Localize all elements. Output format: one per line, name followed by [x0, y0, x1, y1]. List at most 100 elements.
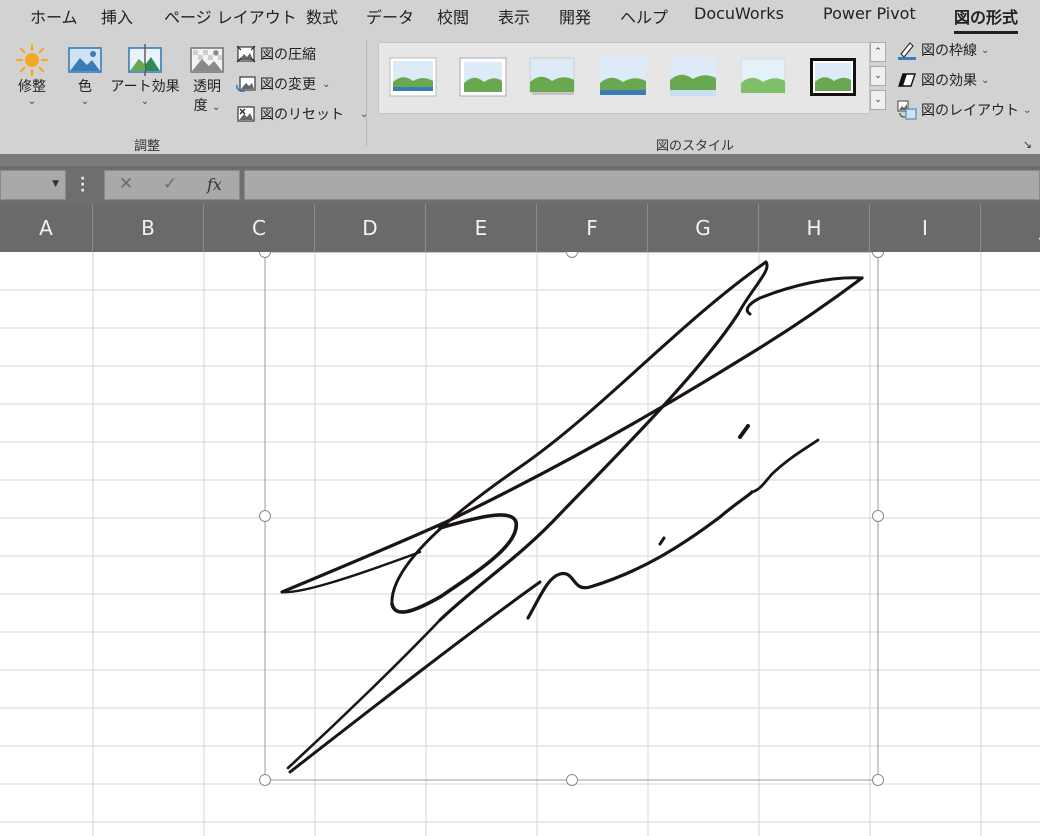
- tab-data[interactable]: データ: [366, 4, 414, 28]
- column-header-c[interactable]: C: [204, 204, 315, 252]
- tab-insert[interactable]: 挿入: [101, 4, 133, 28]
- picture-style-thumbnail-icon: [740, 58, 786, 94]
- compress-pictures-label: 図の圧縮: [260, 47, 316, 63]
- picture-style-thumbnail-icon: [529, 57, 575, 95]
- ribbon: 修整 ⌄ 色 ⌄ アート効果 ⌄ 透明 度 ⌄ 図の圧縮 図の変更 ⌄ 図のリセ…: [0, 34, 1040, 154]
- resize-handle-right[interactable]: [872, 510, 884, 522]
- tab-picture-format[interactable]: 図の形式: [954, 4, 1019, 34]
- tab-home[interactable]: ホーム: [30, 4, 78, 28]
- change-picture-button[interactable]: 図の変更 ⌄: [236, 74, 330, 94]
- tab-developer[interactable]: 開発: [559, 4, 591, 28]
- column-header-d[interactable]: D: [315, 204, 426, 252]
- reset-picture-button[interactable]: 図のリセット ⌄: [236, 104, 368, 124]
- reset-picture-icon: [237, 106, 255, 122]
- chevron-down-icon: ⌄: [981, 74, 990, 86]
- gallery-scroll-up[interactable]: ⌃: [870, 42, 886, 62]
- adjust-group-label: 調整: [134, 139, 161, 154]
- ribbon-tab-bar: ホーム 挿入 ページ レイアウト 数式 データ 校閲 表示 開発 ヘルプ Doc…: [0, 0, 1040, 34]
- change-picture-label: 図の変更: [260, 77, 316, 93]
- tab-review[interactable]: 校閲: [437, 4, 469, 28]
- compress-pictures-icon: [236, 45, 256, 63]
- column-header-g[interactable]: G: [648, 204, 759, 252]
- column-header-j[interactable]: J: [981, 204, 1040, 252]
- column-header-b[interactable]: B: [93, 204, 204, 252]
- chevron-up-icon: ⌃: [874, 47, 882, 57]
- picture-style-thumbnail-icon: [600, 58, 646, 95]
- artistic-effects-label: アート効果: [110, 79, 180, 95]
- picture-styles-group-label: 図のスタイル: [656, 139, 735, 154]
- column-header-f[interactable]: F: [537, 204, 648, 252]
- tab-power-pivot[interactable]: Power Pivot: [823, 4, 916, 23]
- formula-input[interactable]: [244, 170, 1040, 200]
- formula-bar: ▼ · · · ✕ ✓ fx: [0, 166, 1040, 204]
- pen-border-icon: [898, 42, 916, 60]
- chevron-down-icon: ⌄: [212, 102, 221, 113]
- picture-effects-button[interactable]: 図の効果 ⌄: [897, 70, 989, 90]
- picture-border-button[interactable]: 図の枠線 ⌄: [897, 40, 989, 60]
- chevron-down-icon: ⌄: [1023, 104, 1032, 116]
- compress-pictures-button[interactable]: 図の圧縮: [236, 44, 316, 64]
- cancel-icon[interactable]: ✕: [119, 174, 133, 194]
- insert-function-icon[interactable]: fx: [207, 175, 222, 194]
- effects-icon: [898, 73, 916, 87]
- tab-help[interactable]: ヘルプ: [620, 4, 668, 28]
- chevron-down-icon: ⌄: [80, 96, 90, 107]
- artistic-effects-button[interactable]: アート効果 ⌄: [110, 42, 180, 107]
- resize-handle-bottom[interactable]: [566, 774, 578, 786]
- gallery-more[interactable]: ⌄: [870, 90, 886, 110]
- picture-style-1[interactable]: [389, 57, 437, 97]
- tab-view[interactable]: 表示: [498, 4, 530, 28]
- chevron-down-icon: ⌄: [360, 108, 369, 120]
- name-box[interactable]: ▼: [0, 170, 66, 200]
- chevron-down-icon: ⌄: [322, 78, 331, 90]
- chevron-down-icon: ⌄: [140, 96, 150, 107]
- chevron-down-icon: ⌄: [981, 44, 990, 56]
- more-icon: ⌄: [874, 95, 882, 105]
- gallery-scroll-down[interactable]: ⌄: [870, 66, 886, 86]
- tab-docuworks[interactable]: DocuWorks: [694, 4, 784, 23]
- transparency-label-2: 度: [193, 98, 208, 114]
- sun-icon: [15, 43, 49, 77]
- column-header-h[interactable]: H: [759, 204, 870, 252]
- resize-handle-bottom-right[interactable]: [872, 774, 884, 786]
- worksheet-grid[interactable]: [0, 252, 1040, 836]
- picture-selection-frame: [264, 252, 879, 781]
- picture-style-5[interactable]: [669, 57, 717, 97]
- grid-lines: [0, 252, 1040, 836]
- group-separator: [366, 40, 367, 146]
- picture-border-label: 図の枠線: [921, 43, 977, 59]
- picture-styles-gallery: [378, 42, 870, 114]
- ribbon-shadow-strip: [0, 154, 1040, 166]
- resize-handle-bottom-left[interactable]: [259, 774, 271, 786]
- corrections-button[interactable]: 修整 ⌄: [10, 42, 54, 107]
- dialog-launcher-icon[interactable]: ↘: [1023, 138, 1032, 151]
- color-label: 色: [78, 79, 92, 95]
- tab-page-layout[interactable]: ページ レイアウト: [164, 4, 297, 28]
- picture-style-6[interactable]: [739, 57, 787, 97]
- picture-style-7[interactable]: [809, 57, 857, 97]
- resize-handle-left[interactable]: [259, 510, 271, 522]
- chevron-down-icon: ⌄: [27, 96, 37, 107]
- transparency-icon: [190, 47, 224, 73]
- picture-style-thumbnail-icon: [670, 58, 716, 96]
- enter-icon[interactable]: ✓: [163, 174, 177, 194]
- picture-layout-icon: [897, 100, 917, 120]
- picture-effects-label: 図の効果: [921, 73, 977, 89]
- tab-formulas[interactable]: 数式: [306, 4, 338, 28]
- transparency-label-1: 透明: [193, 79, 221, 95]
- column-header-bar: A B C D E F G H I J: [0, 204, 1040, 252]
- column-header-a[interactable]: A: [0, 204, 93, 252]
- color-button[interactable]: 色 ⌄: [64, 42, 106, 107]
- vertical-ellipsis-icon[interactable]: · · ·: [80, 172, 85, 198]
- picture-style-2[interactable]: [459, 57, 507, 97]
- column-header-e[interactable]: E: [426, 204, 537, 252]
- picture-style-3[interactable]: [529, 57, 577, 97]
- column-header-i[interactable]: I: [870, 204, 981, 252]
- artistic-effects-icon: [128, 44, 162, 76]
- transparency-label-2-row: 度 ⌄: [186, 97, 228, 117]
- picture-style-4[interactable]: [599, 57, 647, 97]
- picture-style-thumbnail-icon: [459, 57, 507, 97]
- picture-layout-button[interactable]: 図のレイアウト ⌄: [897, 100, 1031, 120]
- dropdown-arrow-icon: ▼: [52, 179, 59, 189]
- transparency-button[interactable]: 透明 度 ⌄: [186, 42, 228, 117]
